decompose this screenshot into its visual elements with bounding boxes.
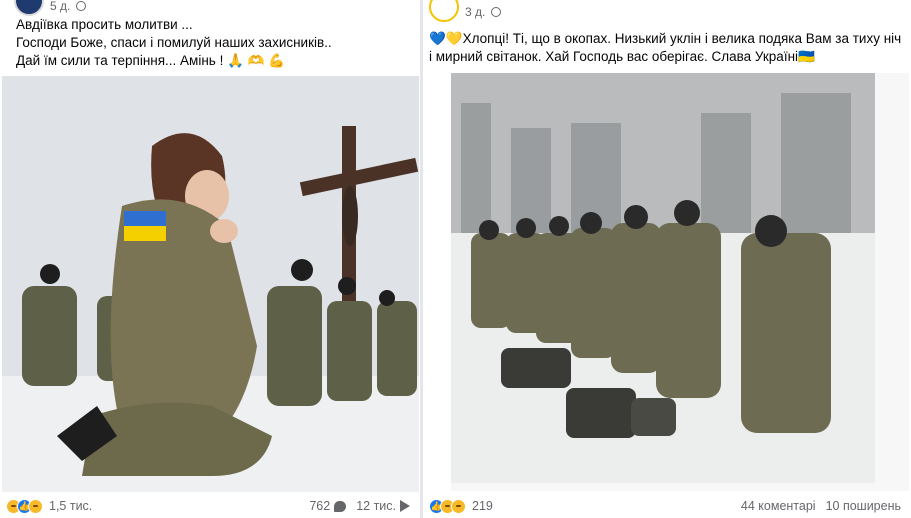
post-header: 3 д. xyxy=(429,0,502,22)
post-footer: 👍 219 44 коментарі 10 поширень xyxy=(423,494,911,518)
share-icon xyxy=(400,500,410,512)
shares-stat[interactable]: 12 тис. xyxy=(356,499,410,513)
reactions-count[interactable]: 1,5 тис. xyxy=(49,499,92,513)
comments-count: 762 xyxy=(309,499,331,513)
post-text: Авдіївка просить молитви ... Господи Бож… xyxy=(16,17,332,68)
post-left: 5 д. Авдіївка просить молитви ... Господ… xyxy=(0,0,420,518)
shares-count: 12 тис. xyxy=(356,499,396,513)
post-time[interactable]: 5 д. xyxy=(50,0,70,13)
comment-icon xyxy=(334,500,347,512)
globe-icon xyxy=(491,7,502,17)
post-text: 💙💛Хлопці! Ті, що в окопах. Низький уклін… xyxy=(429,31,902,64)
post-photo[interactable] xyxy=(451,73,909,491)
comments-stat[interactable]: 44 коментарі xyxy=(741,499,816,513)
post-right: 3 д. 💙💛Хлопці! Ті, що в окопах. Низький … xyxy=(423,0,911,518)
comments-label: 44 коментарі xyxy=(740,499,816,513)
reactions-summary[interactable]: 👍 xyxy=(6,498,43,514)
post-header: 5 д. xyxy=(14,0,87,16)
post-photo[interactable] xyxy=(2,76,419,492)
shares-label: 10 поширень xyxy=(825,499,901,513)
sad-reaction-icon xyxy=(451,498,466,514)
sad-reaction-icon xyxy=(28,498,43,514)
woman-soldier-praying-image xyxy=(2,76,419,492)
author-avatar[interactable] xyxy=(429,0,459,22)
author-avatar[interactable] xyxy=(14,0,44,16)
globe-icon xyxy=(76,1,87,11)
post-footer: 👍 1,5 тис. 762 12 тис. xyxy=(0,494,420,518)
reactions-count[interactable]: 219 xyxy=(472,499,493,513)
comments-stat[interactable]: 762 xyxy=(309,499,347,513)
soldiers-kneeling-in-snow-image xyxy=(451,73,909,491)
post-time[interactable]: 3 д. xyxy=(465,5,485,19)
reactions-summary[interactable]: 👍 xyxy=(429,498,466,514)
shares-stat[interactable]: 10 поширень xyxy=(826,499,901,513)
